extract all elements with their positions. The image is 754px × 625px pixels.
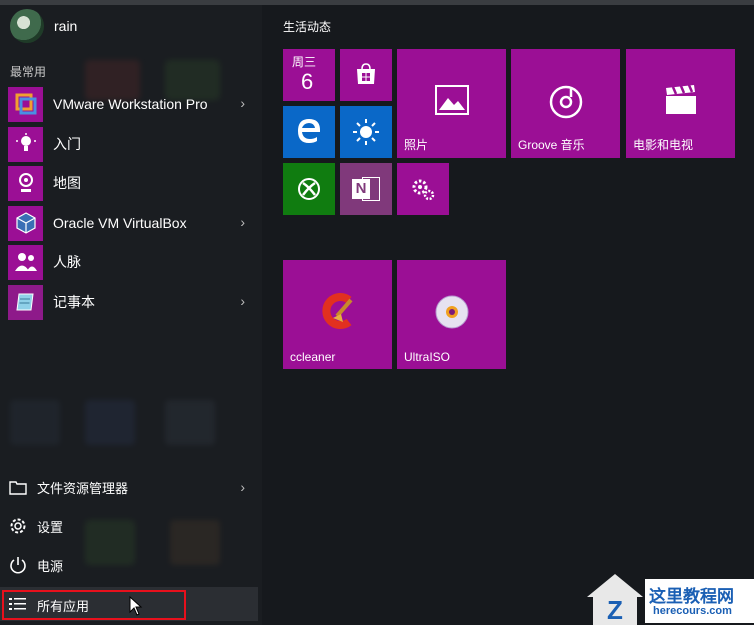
gears-icon [397, 176, 449, 202]
xbox-icon [283, 177, 335, 201]
tile-group-title: 生活动态 [283, 20, 332, 34]
ultraiso-tile[interactable]: UltraISO [397, 260, 506, 369]
app-label: 记事本 [53, 294, 95, 310]
vmware-icon [8, 86, 43, 122]
watermark-title: 这里教程网 [649, 587, 734, 607]
app-item-virtualbox[interactable]: Oracle VM VirtualBox › [8, 205, 253, 241]
house-logo-icon: Z [587, 574, 643, 625]
app-label: VMware Workstation Pro [53, 96, 208, 112]
edge-tile[interactable] [283, 106, 335, 158]
user-name: rain [54, 18, 78, 34]
onenote-letter: N [352, 179, 370, 199]
power-icon [8, 555, 28, 575]
photos-tile[interactable]: 照片 [397, 49, 506, 158]
disc-icon [397, 295, 506, 329]
onenote-tile[interactable]: N [340, 163, 392, 215]
calendar-day: 6 [301, 69, 314, 94]
app-label: 人脉 [53, 254, 81, 270]
chevron-right-icon[interactable]: › [240, 293, 245, 309]
groove-music-icon [511, 85, 620, 119]
mouse-cursor-icon [129, 596, 143, 616]
app-label: Oracle VM VirtualBox [53, 215, 187, 231]
map-icon [8, 165, 43, 201]
app-item-maps[interactable]: 地图 [8, 165, 253, 201]
photos-label: 照片 [404, 138, 429, 152]
chevron-right-icon[interactable]: › [240, 479, 245, 495]
movies-label: 电影和电视 [633, 138, 694, 152]
groove-tile[interactable]: Groove 音乐 [511, 49, 620, 158]
clapperboard-icon [626, 85, 735, 115]
most-used-label: 最常用 [10, 65, 47, 79]
onenote-icon: N [340, 175, 392, 203]
file-explorer-label: 文件资源管理器 [37, 480, 129, 496]
background-blur [10, 400, 60, 445]
site-watermark: Z 这里教程网 herecours.com [585, 571, 754, 625]
red-highlight-box [2, 590, 186, 620]
store-tile[interactable] [340, 49, 392, 101]
watermark-url: herecours.com [653, 605, 732, 617]
app-item-notepad[interactable]: 记事本 › [8, 284, 253, 320]
people-icon [8, 244, 43, 280]
chevron-right-icon[interactable]: › [240, 95, 245, 111]
notepad-icon [8, 284, 43, 320]
store-icon [340, 62, 392, 86]
virtualbox-icon [8, 205, 43, 241]
settings-item[interactable]: 设置 [8, 509, 253, 543]
ccleaner-icon [283, 292, 392, 330]
user-account[interactable]: rain [10, 9, 77, 43]
sun-icon [340, 119, 392, 145]
app-label: 入门 [53, 136, 81, 152]
power-item[interactable]: 电源 [8, 548, 253, 582]
app-item-get-started[interactable]: 入门 [8, 126, 253, 162]
control-panel-tile[interactable] [397, 163, 449, 215]
app-label: 地图 [53, 175, 81, 191]
svg-text:Z: Z [607, 595, 623, 625]
ultraiso-label: UltraISO [404, 350, 451, 364]
background-blur [85, 400, 135, 445]
background-blur [165, 400, 215, 445]
app-item-vmware[interactable]: VMware Workstation Pro › [8, 86, 253, 122]
groove-label: Groove 音乐 [518, 138, 585, 152]
settings-label: 设置 [37, 519, 64, 535]
photo-icon [397, 85, 506, 115]
folder-icon [8, 477, 28, 497]
chevron-right-icon[interactable]: › [240, 214, 245, 230]
power-label: 电源 [37, 558, 64, 574]
calendar-tile[interactable]: 周三 6 [283, 49, 335, 101]
ccleaner-tile[interactable]: ccleaner [283, 260, 392, 369]
edge-icon [283, 118, 335, 144]
file-explorer-item[interactable]: 文件资源管理器 › [8, 470, 253, 504]
avatar [10, 9, 44, 43]
gear-icon [8, 516, 28, 536]
app-item-people[interactable]: 人脉 [8, 244, 253, 280]
ccleaner-label: ccleaner [290, 350, 336, 364]
lightbulb-icon [8, 126, 43, 162]
xbox-tile[interactable] [283, 163, 335, 215]
calendar-weekday: 周三 [292, 55, 317, 69]
movies-tile[interactable]: 电影和电视 [626, 49, 735, 158]
weather-tile[interactable] [340, 106, 392, 158]
